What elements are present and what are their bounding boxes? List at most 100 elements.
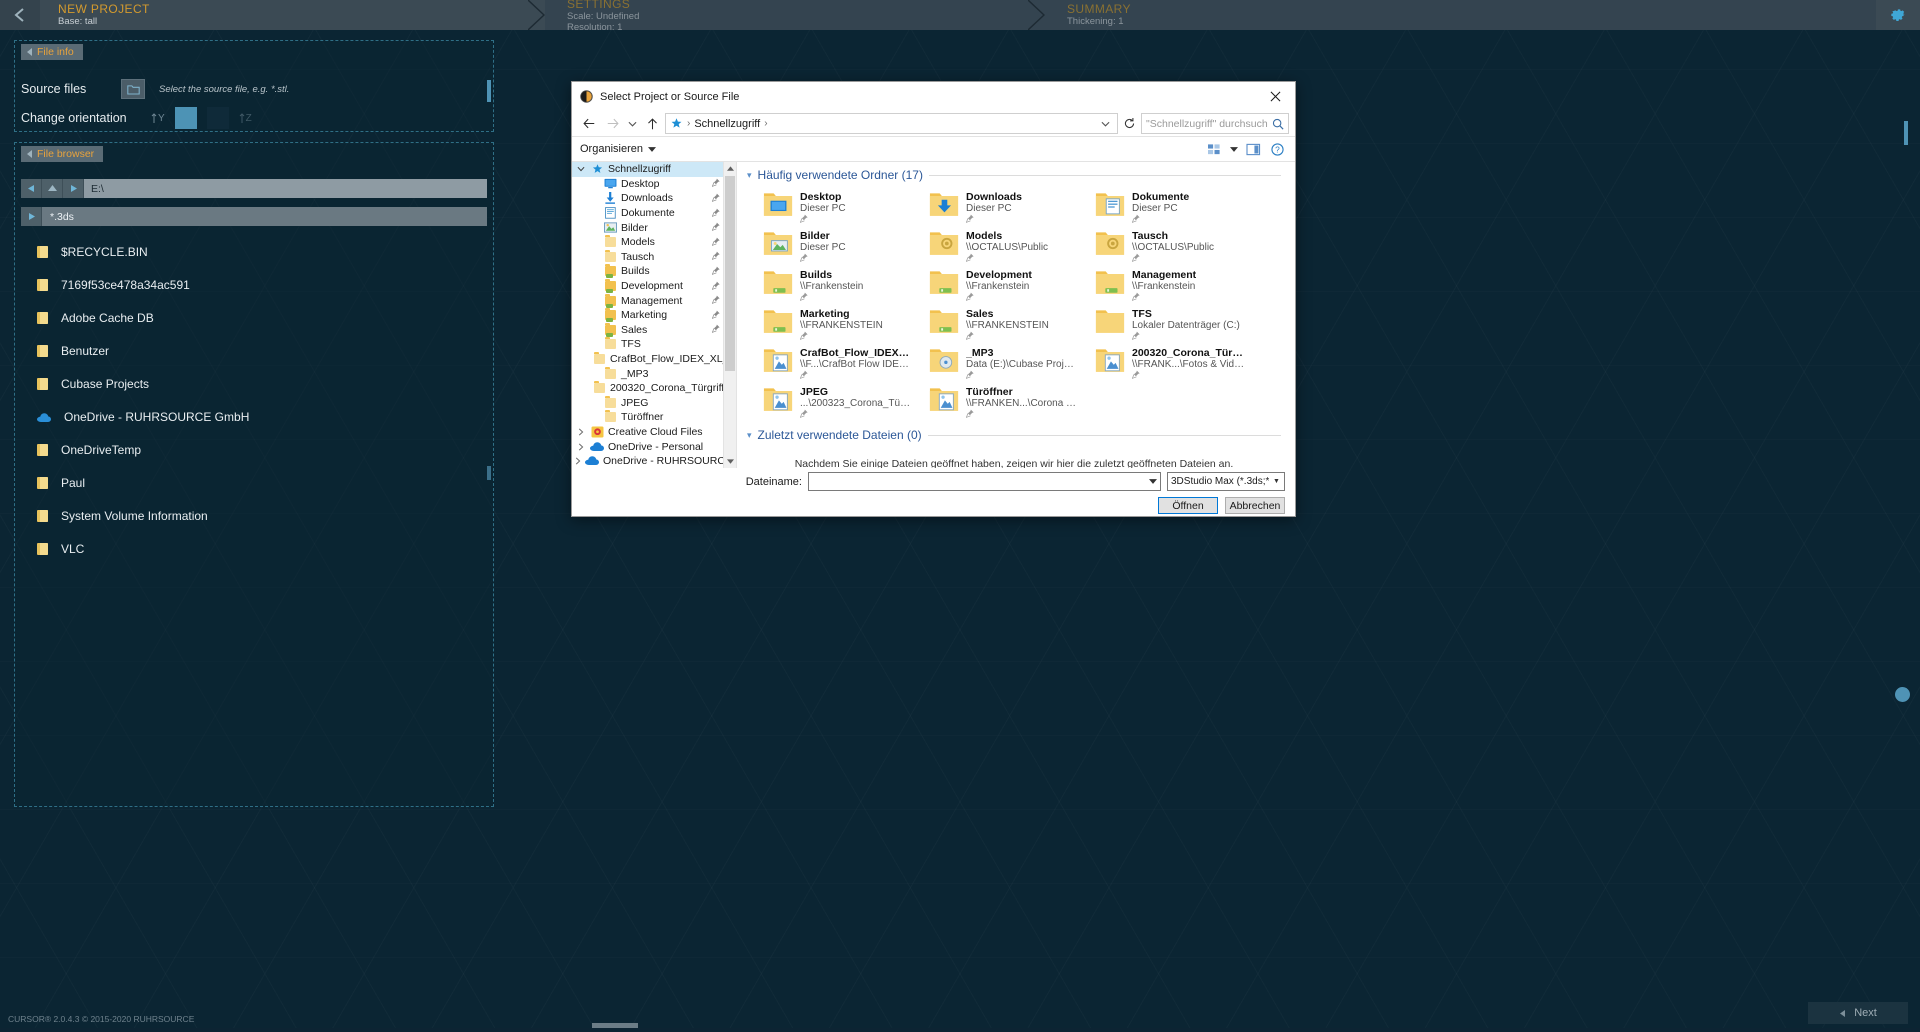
- folder-tile[interactable]: DownloadsDieser PC: [913, 186, 1079, 225]
- group-header-recent[interactable]: ▾ Zuletzt verwendete Dateien (0): [747, 428, 1281, 442]
- pin-icon[interactable]: [712, 222, 723, 233]
- pin-icon[interactable]: [966, 370, 1079, 381]
- folder-tile[interactable]: Tausch\\OCTALUS\Public: [1079, 225, 1245, 264]
- pin-icon[interactable]: [800, 214, 846, 225]
- dialog-close-button[interactable]: [1255, 82, 1295, 111]
- breadcrumb-bar[interactable]: › Schnellzugriff ›: [665, 113, 1118, 134]
- file-browser-item[interactable]: 7169f53ce478a34ac591: [21, 268, 487, 301]
- pin-icon[interactable]: [712, 295, 723, 306]
- open-button[interactable]: Öffnen: [1158, 497, 1218, 514]
- nav-item-tausch[interactable]: Tausch: [572, 250, 723, 265]
- search-input[interactable]: "Schnellzugriff" durchsuchen: [1141, 113, 1289, 134]
- dialog-titlebar[interactable]: Select Project or Source File: [572, 82, 1295, 111]
- cancel-button[interactable]: Abbrechen: [1225, 497, 1285, 514]
- pin-icon[interactable]: [1132, 292, 1196, 303]
- file-browser-item[interactable]: $RECYCLE.BIN: [21, 235, 487, 268]
- fb-up-button[interactable]: [42, 179, 63, 198]
- folder-tile[interactable]: JPEG...\200323_Corona_Türgrif...: [747, 381, 913, 420]
- nav-item-bilder[interactable]: Bilder: [572, 220, 723, 235]
- browse-folder-button[interactable]: [121, 79, 145, 99]
- fb-filter-expand-button[interactable]: [21, 207, 42, 226]
- navigation-scrollbar[interactable]: [723, 162, 736, 468]
- nav-item-onedrive-ruhrsource-gmbh[interactable]: OneDrive - RUHRSOURCE GmbH: [572, 454, 723, 468]
- settings-button[interactable]: [1876, 0, 1920, 30]
- nav-item-creative-cloud-files[interactable]: Creative Cloud Files: [572, 425, 723, 440]
- chevron-right-icon[interactable]: [575, 428, 586, 436]
- wizard-step-settings[interactable]: SETTINGS Scale: Undefined Resolution: 1: [545, 0, 1045, 30]
- pin-icon[interactable]: [712, 237, 723, 248]
- filename-input[interactable]: [808, 472, 1146, 491]
- navigation-scroll-thumb[interactable]: [725, 176, 735, 371]
- file-browser-item[interactable]: Adobe Cache DB: [21, 301, 487, 334]
- chevron-right-icon[interactable]: [575, 457, 581, 465]
- folder-tile[interactable]: CrafBot_Flow_IDEX_XL_A...\\F...\CrafBot …: [747, 342, 913, 381]
- pin-icon[interactable]: [712, 281, 723, 292]
- chevron-down-icon[interactable]: ▾: [747, 170, 752, 181]
- file-browser-tab[interactable]: File browser: [21, 146, 103, 162]
- pin-icon[interactable]: [966, 409, 1079, 420]
- folder-tile[interactable]: Management\\Frankenstein: [1079, 264, 1245, 303]
- nav-item-downloads[interactable]: Downloads: [572, 191, 723, 206]
- file-browser-item[interactable]: Cubase Projects: [21, 367, 487, 400]
- group-header-frequent[interactable]: ▾ Häufig verwendete Ordner (17): [747, 168, 1281, 182]
- fb-filter-input[interactable]: *.3ds: [42, 207, 487, 226]
- content-pane[interactable]: ▾ Häufig verwendete Ordner (17) DesktopD…: [737, 162, 1295, 468]
- pin-icon[interactable]: [966, 214, 1022, 225]
- nav-item-dokumente[interactable]: Dokumente: [572, 206, 723, 221]
- pin-icon[interactable]: [1132, 370, 1245, 381]
- nav-item-sales[interactable]: Sales: [572, 323, 723, 338]
- nav-item-models[interactable]: Models: [572, 235, 723, 250]
- nav-item-desktop[interactable]: Desktop: [572, 177, 723, 192]
- view-options-dropdown[interactable]: [1228, 139, 1239, 159]
- nav-item-builds[interactable]: Builds: [572, 264, 723, 279]
- file-browser-list[interactable]: $RECYCLE.BIN7169f53ce478a34ac591Adobe Ca…: [21, 235, 487, 800]
- folder-tile[interactable]: TFSLokaler Datenträger (C:): [1079, 303, 1245, 342]
- pin-icon[interactable]: [800, 292, 863, 303]
- file-browser-item[interactable]: OneDrive - RUHRSOURCE GmbH: [21, 400, 487, 433]
- nav-up-button[interactable]: [641, 113, 663, 134]
- chevron-right-icon[interactable]: [575, 443, 586, 451]
- fb-back-button[interactable]: [21, 179, 42, 198]
- nav-item-marketing[interactable]: Marketing: [572, 308, 723, 323]
- folder-tile[interactable]: Models\\OCTALUS\Public: [913, 225, 1079, 264]
- folder-tile[interactable]: Development\\Frankenstein: [913, 264, 1079, 303]
- nav-item-jpeg[interactable]: JPEG: [572, 396, 723, 411]
- left-panel-resize-handle[interactable]: [487, 80, 491, 102]
- filename-dropdown-button[interactable]: [1145, 472, 1161, 491]
- preview-pane-button[interactable]: [1243, 139, 1263, 159]
- pin-icon[interactable]: [712, 266, 723, 277]
- back-button[interactable]: [0, 0, 40, 30]
- breadcrumb-dropdown-button[interactable]: [1098, 121, 1113, 127]
- next-button[interactable]: Next: [1808, 1002, 1908, 1024]
- pin-icon[interactable]: [712, 193, 723, 204]
- folder-tile[interactable]: Builds\\Frankenstein: [747, 264, 913, 303]
- help-button[interactable]: ?: [1267, 139, 1287, 159]
- nav-recent-button[interactable]: [626, 113, 639, 134]
- scroll-up-arrow[interactable]: [724, 162, 736, 175]
- pin-icon[interactable]: [800, 253, 846, 264]
- folder-tile[interactable]: 200320_Corona_Türgriffe\\FRANK...\Fotos …: [1079, 342, 1245, 381]
- breadcrumb-part[interactable]: Schnellzugriff: [694, 118, 760, 130]
- nav-item-development[interactable]: Development: [572, 279, 723, 294]
- wizard-step-new-project[interactable]: NEW PROJECT Base: tall: [40, 0, 545, 30]
- pin-icon[interactable]: [800, 409, 913, 420]
- frequent-folders-grid[interactable]: DesktopDieser PCDownloadsDieser PCDokume…: [747, 186, 1281, 420]
- folder-tile[interactable]: DokumenteDieser PC: [1079, 186, 1245, 225]
- view-options-button[interactable]: [1204, 139, 1224, 159]
- nav-item-t-r-ffner[interactable]: Türöffner: [572, 410, 723, 425]
- folder-tile[interactable]: _MP3Data (E:)\Cubase Projects: [913, 342, 1079, 381]
- breadcrumb-separator[interactable]: ›: [764, 118, 767, 129]
- nav-item-crafbot-flow-idex-xl-ame[interactable]: CrafBot_Flow_IDEX_XL_AME: [572, 352, 723, 367]
- nav-forward-button[interactable]: [602, 113, 624, 134]
- refresh-button[interactable]: [1120, 113, 1139, 134]
- folder-tile[interactable]: Marketing\\FRANKENSTEIN: [747, 303, 913, 342]
- chevron-down-icon[interactable]: [575, 166, 586, 172]
- folder-tile[interactable]: BilderDieser PC: [747, 225, 913, 264]
- filetype-select[interactable]: 3DStudio Max (*.3ds;*.ase) ▼: [1167, 472, 1285, 491]
- organize-menu-button[interactable]: Organisieren: [580, 143, 656, 155]
- file-info-tab[interactable]: File info: [21, 44, 83, 60]
- nav-item-mp3[interactable]: _MP3: [572, 366, 723, 381]
- scroll-down-arrow[interactable]: [724, 455, 736, 468]
- navigation-tree[interactable]: SchnellzugriffDesktopDownloadsDokumenteB…: [572, 162, 723, 468]
- folder-tile[interactable]: Sales\\FRANKENSTEIN: [913, 303, 1079, 342]
